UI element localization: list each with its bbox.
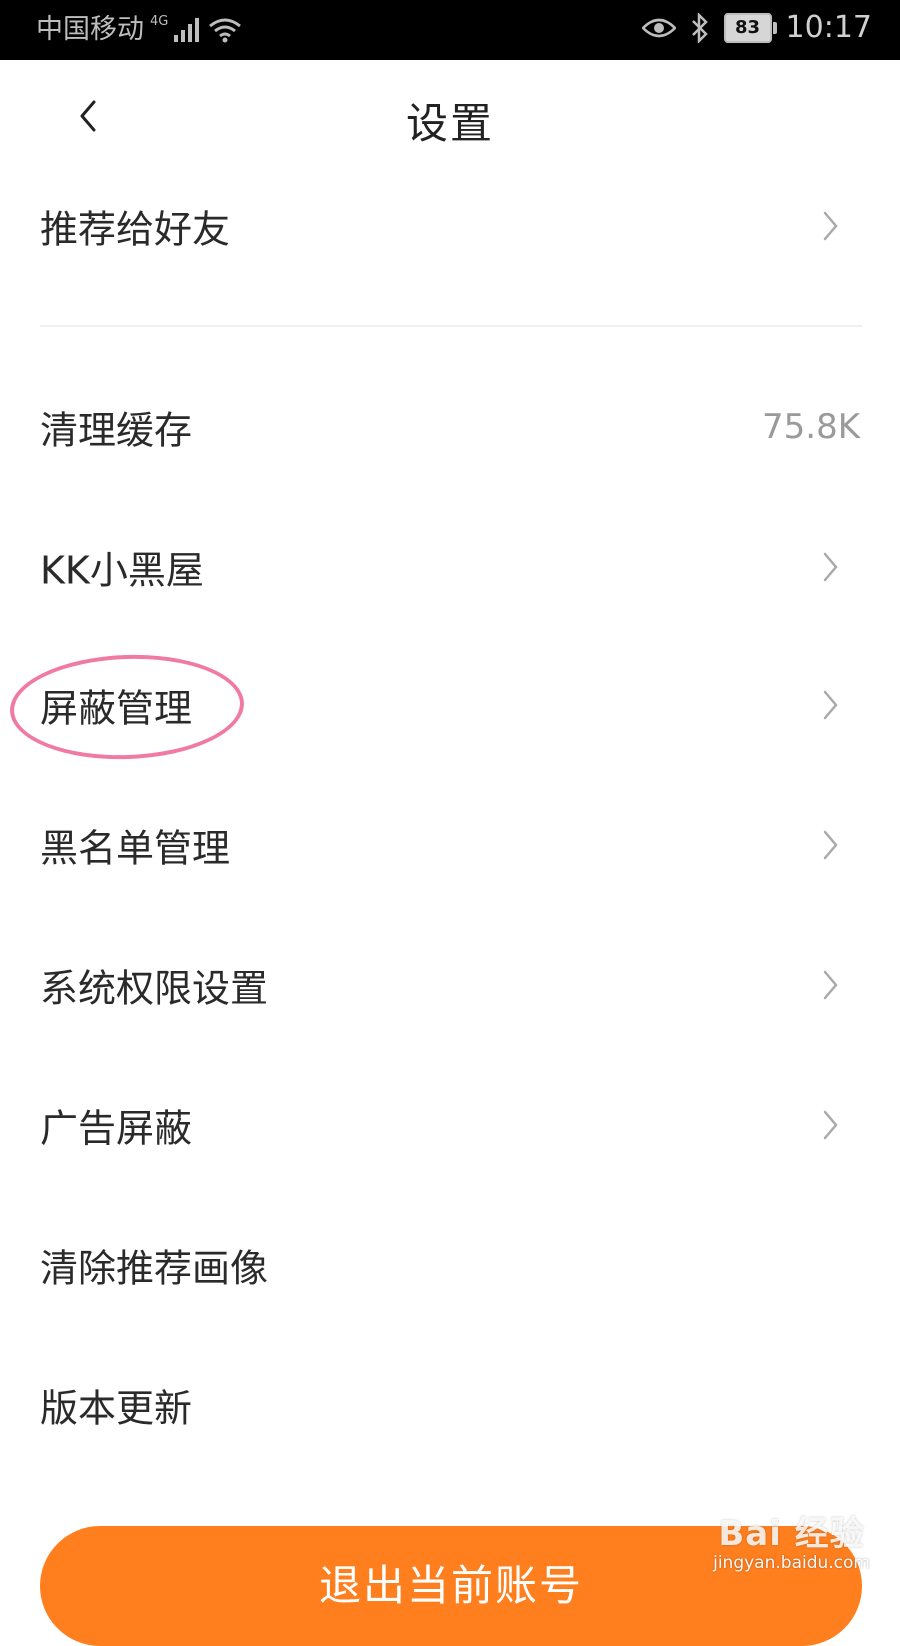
carrier-name: 中国移动 [36, 14, 144, 45]
status-time: 10:17 [785, 10, 872, 45]
battery-indicator: 83 [723, 12, 777, 43]
settings-item-label: 广告屏蔽 [40, 1106, 193, 1151]
settings-item-kk-blackroom[interactable]: KK小黑屋 [0, 512, 900, 622]
bluetooth-icon [691, 12, 708, 43]
settings-item-label: 清除推荐画像 [40, 1246, 269, 1291]
logout-button[interactable]: 退出当前账号 [40, 1526, 862, 1646]
wifi-icon [209, 18, 242, 43]
page-title: 设置 [405, 99, 494, 148]
eye-icon [641, 18, 676, 37]
settings-item-label: KK小黑屋 [40, 548, 204, 593]
settings-item-label: 版本更新 [40, 1386, 193, 1431]
settings-item-clear-profile[interactable]: 清除推荐画像 [0, 1210, 900, 1320]
chevron-right-icon [823, 211, 838, 241]
settings-item-version-update[interactable]: 版本更新 [0, 1350, 900, 1460]
settings-item-blacklist[interactable]: 黑名单管理 [0, 790, 900, 900]
settings-item-label: 推荐给好友 [40, 207, 231, 252]
cache-size-value: 75.8K [762, 407, 860, 447]
chevron-right-icon [823, 970, 838, 1000]
settings-item-clear-cache[interactable]: 清理缓存 75.8K [0, 372, 900, 482]
settings-item-block-management[interactable]: 屏蔽管理 [0, 650, 900, 760]
chevron-right-icon [823, 1110, 838, 1140]
settings-item-ad-block[interactable]: 广告屏蔽 [0, 1070, 900, 1180]
settings-item-permissions[interactable]: 系统权限设置 [0, 930, 900, 1040]
header: 设置 [0, 60, 900, 180]
settings-item-recommend[interactable]: 推荐给好友 [0, 171, 900, 281]
status-right: 83 10:17 [641, 10, 872, 45]
signal-icon [174, 18, 200, 42]
chevron-right-icon [823, 552, 838, 582]
divider [40, 325, 862, 327]
chevron-right-icon [823, 830, 838, 860]
settings-item-label: 清理缓存 [40, 408, 193, 453]
status-bar: 中国移动 4G 83 10:17 [0, 0, 900, 60]
settings-item-label: 系统权限设置 [40, 966, 269, 1011]
status-left: 中国移动 4G [36, 12, 242, 48]
settings-item-label: 黑名单管理 [40, 826, 231, 871]
chevron-right-icon [823, 690, 838, 720]
network-type: 4G [150, 13, 169, 29]
settings-item-label: 屏蔽管理 [40, 686, 193, 731]
